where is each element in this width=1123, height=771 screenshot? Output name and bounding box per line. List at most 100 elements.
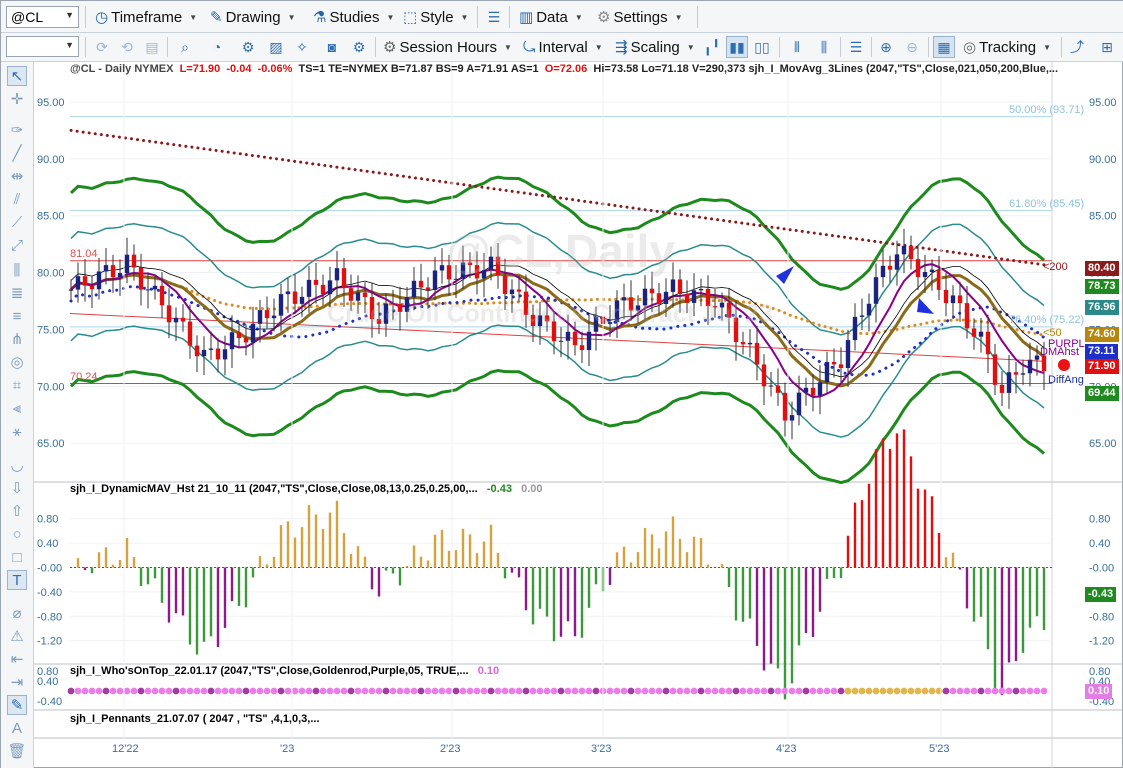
zoom-out-icon[interactable]: ⊖ [901, 36, 923, 58]
symbol-combo[interactable]: @CL ▼ [6, 6, 79, 28]
wot-dot [347, 687, 355, 695]
candle-body [929, 269, 935, 272]
text-label-icon[interactable]: A [7, 718, 27, 738]
compress-bars-icon[interactable]: ⫴ [786, 36, 808, 58]
pointer-icon[interactable]: ↖ [7, 66, 27, 86]
expand-icon[interactable]: ⇥ [7, 672, 27, 692]
wot-dot [102, 687, 110, 695]
wot-dot [312, 687, 320, 695]
wot-dot [858, 687, 866, 695]
format-icon[interactable]: ⚙ [348, 36, 370, 58]
crosshair-icon[interactable]: ✛ [7, 89, 27, 109]
gann-icon[interactable]: ≡ [7, 306, 27, 326]
zoom-search-icon[interactable]: ⌕ [174, 36, 196, 58]
style-button[interactable]: ⬚ Style ▼ [401, 5, 470, 29]
candlestick-icon[interactable]: ▮▮ [726, 36, 748, 58]
bar-chart-icon[interactable]: ╻╹ [701, 36, 723, 58]
horizontal-line-icon[interactable]: ⇹ [7, 166, 27, 186]
trendline-add-icon[interactable]: ⤴ [1066, 36, 1088, 58]
gauge-icon[interactable]: ◔ [206, 36, 228, 58]
tracking-button[interactable]: ◎ Tracking ▼ [961, 35, 1053, 59]
alert-icon[interactable]: ⚠ [7, 626, 27, 646]
interval-button[interactable]: ⤿ Interval ▼ [521, 35, 605, 59]
arc-icon[interactable]: ◡ [7, 455, 27, 475]
wot-dot [109, 687, 117, 695]
arrow-down-icon[interactable]: ⇩ [7, 478, 27, 498]
text-icon[interactable]: T [7, 570, 27, 590]
delete-all-icon[interactable]: ⌀ [7, 603, 27, 623]
fan-icon[interactable]: ⚹ [7, 421, 27, 441]
chart-area[interactable]: 95.0095.0090.0090.0085.0085.0080.0080.00… [34, 62, 1123, 768]
candle-body [915, 259, 921, 278]
speed-lines-icon[interactable]: ⌗ [7, 375, 27, 395]
candle-body [817, 382, 823, 396]
candle-body [82, 276, 88, 286]
candle-body [327, 280, 333, 295]
candle-body [565, 331, 571, 341]
chart-image-icon[interactable]: ▨ [265, 36, 287, 58]
chevron-down-icon: ▼ [1043, 42, 1051, 52]
interval-combo[interactable]: ▼ [6, 36, 79, 57]
grid-icon[interactable]: ▦ [933, 36, 955, 58]
wot-dot [928, 687, 936, 695]
refresh-all-icon[interactable]: ⟲ [116, 36, 138, 58]
expand-bars-icon[interactable]: ⫼ [813, 36, 835, 58]
wot-dot [823, 687, 831, 695]
candle-body [922, 271, 928, 278]
candle-body [250, 323, 256, 343]
ray-icon[interactable]: ⤢ [7, 235, 27, 255]
wot-dot [438, 687, 446, 695]
fib-levels-icon[interactable]: ≣ [7, 283, 27, 303]
insert-icon[interactable]: ⊞ [1096, 36, 1118, 58]
wot-dot [193, 687, 201, 695]
trendline-icon[interactable]: ╱ [7, 143, 27, 163]
arrow-up-icon[interactable]: ⇧ [7, 501, 27, 521]
wot-dot [851, 687, 859, 695]
time-axis-label: 5'23 [929, 743, 949, 755]
refresh-icon[interactable]: ⟳ [91, 36, 113, 58]
data-button[interactable]: ▥ Data ▼ [517, 5, 585, 29]
time-cycles-icon[interactable]: ⫷ [7, 398, 27, 418]
rectangle-icon[interactable]: □ [7, 547, 27, 567]
hollow-candle-icon[interactable]: ▯▯ [751, 36, 773, 58]
chart-settings-icon[interactable]: ⚙ [237, 36, 259, 58]
chart-canvas[interactable]: 95.0095.0090.0090.0085.0085.0080.0080.00… [34, 62, 1123, 768]
wot-dot [445, 687, 453, 695]
wot-dot [242, 687, 250, 695]
scaling-button[interactable]: ⇶ Scaling ▼ [613, 35, 697, 59]
candle-body [789, 415, 795, 421]
andrews-icon[interactable]: ⋔ [7, 329, 27, 349]
candle-body [1013, 372, 1019, 375]
drawing-button[interactable]: ✎ Drawing ▼ [208, 5, 298, 29]
highlighter-icon[interactable]: ✎ [7, 695, 27, 715]
zoom-in-icon[interactable]: ⊕ [875, 36, 897, 58]
trash-icon[interactable]: 🗑 [7, 741, 27, 761]
split-panel-icon[interactable]: ☰ [483, 6, 505, 28]
studies-button[interactable]: ⚗ Studies ▼ [311, 5, 396, 29]
spiral-icon[interactable]: ◎ [7, 352, 27, 372]
candle-body [978, 331, 984, 337]
brush-icon[interactable]: ✑ [7, 120, 27, 140]
session-hours-button[interactable]: ⚙ Session Hours ▼ [381, 35, 514, 59]
split-panel-icon[interactable]: ☰ [845, 36, 867, 58]
wand-icon[interactable]: ✧ [291, 36, 313, 58]
wot-dot [81, 687, 89, 695]
candle-body [873, 277, 879, 304]
wot-dot [130, 687, 138, 695]
collapse-icon[interactable]: ⇤ [7, 649, 27, 669]
wot-dot [459, 687, 467, 695]
channel-icon[interactable]: ⫽ [7, 189, 27, 209]
candle-body [152, 285, 158, 290]
ellipse-icon[interactable]: ○ [7, 524, 27, 544]
wot-dot [872, 687, 880, 695]
fib-icon[interactable]: ⟋ [7, 212, 27, 232]
hist-axis-label-left: -0.40 [37, 587, 62, 599]
settings-button[interactable]: ⚙ Settings ▼ [595, 5, 685, 29]
wot-dot [228, 687, 236, 695]
candle-body [894, 254, 900, 270]
timeframe-button[interactable]: ◷ Timeframe ▼ [93, 5, 199, 29]
vertical-lines-icon[interactable]: ⫼ [7, 260, 27, 280]
data-label: Data [536, 8, 568, 26]
bars-icon[interactable]: ▤ [141, 36, 163, 58]
camera-icon[interactable]: ◙ [321, 36, 343, 58]
